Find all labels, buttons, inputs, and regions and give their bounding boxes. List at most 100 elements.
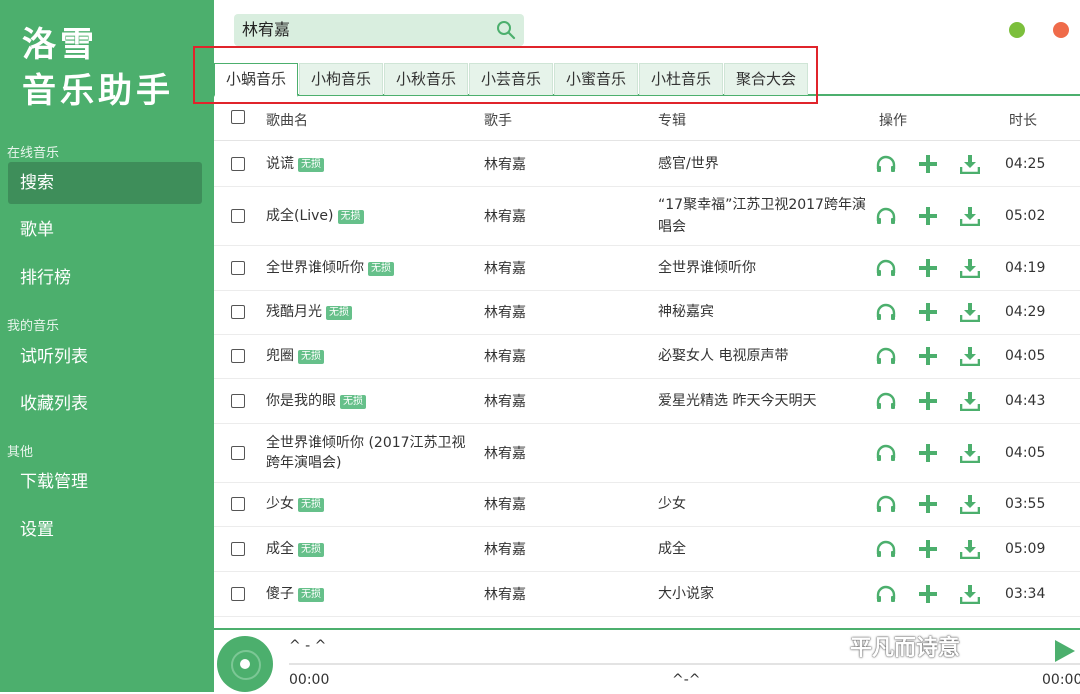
album-cell: 必娶女人 电视原声带 xyxy=(658,348,789,364)
table-row[interactable]: 说谎 无损 林宥嘉 感官/世界 04:25 xyxy=(214,141,1080,187)
table-row[interactable]: 残酷月光 无损 林宥嘉 神秘嘉宾 04:29 xyxy=(214,290,1080,335)
download-icon[interactable] xyxy=(960,302,980,322)
duration-cell: 04:43 xyxy=(1005,392,1046,409)
add-icon[interactable] xyxy=(918,494,938,514)
add-icon[interactable] xyxy=(918,206,938,226)
select-all-checkbox[interactable] xyxy=(231,110,245,124)
add-icon[interactable] xyxy=(918,302,938,322)
play-button[interactable] xyxy=(1055,640,1075,662)
search-icon[interactable] xyxy=(496,20,516,40)
tab-source-2[interactable]: 小枸音乐 xyxy=(299,63,383,95)
row-checkbox[interactable] xyxy=(231,260,245,275)
artist-cell: 林宥嘉 xyxy=(484,393,526,410)
artist-cell: 林宥嘉 xyxy=(484,156,526,173)
row-checkbox[interactable] xyxy=(231,541,245,556)
listen-icon[interactable] xyxy=(876,495,896,513)
row-checkbox[interactable] xyxy=(231,156,245,171)
add-icon[interactable] xyxy=(918,584,938,604)
main-panel: 林宥嘉 小蜗音乐 小枸音乐 小秋音乐 小芸音乐 小蜜音乐 小杜音乐 聚合大会 歌… xyxy=(214,0,1080,694)
download-icon[interactable] xyxy=(960,584,980,604)
download-icon[interactable] xyxy=(960,258,980,278)
current-time: 00:00 xyxy=(289,672,330,688)
song-name: 全世界谁倾听你 xyxy=(266,259,364,276)
tab-source-1[interactable]: 小蜗音乐 xyxy=(214,63,298,97)
table-row[interactable]: 傻子 无损 林宥嘉 大小说家 03:34 xyxy=(214,571,1080,617)
row-checkbox[interactable] xyxy=(231,445,245,460)
row-checkbox[interactable] xyxy=(231,349,245,363)
artist-cell: 林宥嘉 xyxy=(484,260,526,277)
song-name-cell: 你是我的眼 无损 xyxy=(266,391,466,411)
table-row[interactable]: 成全(Live) 无损 林宥嘉 “17聚幸福”江苏卫视2017跨年演唱会 05:02 xyxy=(214,186,1080,246)
lossless-badge: 无损 xyxy=(368,261,394,276)
song-name-cell: 说谎 无损 xyxy=(266,154,466,174)
download-icon[interactable] xyxy=(960,494,980,514)
row-checkbox[interactable] xyxy=(231,586,245,601)
tab-aggregate[interactable]: 聚合大会 xyxy=(724,63,808,95)
header-album: 专辑 xyxy=(658,113,686,129)
sidebar-item-downloads[interactable]: 下载管理 xyxy=(8,461,202,503)
song-name: 说谎 xyxy=(266,155,294,172)
tab-source-6[interactable]: 小杜音乐 xyxy=(639,63,723,95)
progress-bar[interactable] xyxy=(289,663,1080,665)
listen-icon[interactable] xyxy=(876,155,896,173)
row-checkbox[interactable] xyxy=(231,497,245,511)
sidebar-item-listen-list[interactable]: 试听列表 xyxy=(8,336,202,378)
album-cell: 爱星光精选 昨天今天明天 xyxy=(658,392,817,409)
download-icon[interactable] xyxy=(960,391,980,411)
add-icon[interactable] xyxy=(918,391,938,411)
tab-source-4[interactable]: 小芸音乐 xyxy=(469,63,553,95)
duration-cell: 03:34 xyxy=(1005,585,1046,602)
download-icon[interactable] xyxy=(960,206,980,226)
minimize-button[interactable] xyxy=(1009,22,1025,38)
add-icon[interactable] xyxy=(918,258,938,278)
song-name-cell: 全世界谁倾听你 无损 xyxy=(266,258,466,278)
table-row[interactable]: 少女 无损 林宥嘉 少女 03:55 xyxy=(214,482,1080,527)
lossless-badge: 无损 xyxy=(298,498,324,512)
close-button[interactable] xyxy=(1053,22,1069,38)
album-cell: 大小说家 xyxy=(658,585,714,602)
song-name-cell: 全世界谁倾听你 (2017江苏卫视跨年演唱会) xyxy=(266,433,466,473)
add-icon[interactable] xyxy=(918,154,938,174)
sidebar-item-search[interactable]: 搜索 xyxy=(8,162,202,204)
song-name-cell: 成全 无损 xyxy=(266,539,466,559)
table-row[interactable]: 全世界谁倾听你 (2017江苏卫视跨年演唱会) 林宥嘉 04:05 xyxy=(214,423,1080,483)
listen-icon[interactable] xyxy=(876,444,896,462)
listen-icon[interactable] xyxy=(876,303,896,321)
download-icon[interactable] xyxy=(960,443,980,463)
lossless-badge: 无损 xyxy=(340,394,366,409)
add-icon[interactable] xyxy=(918,443,938,463)
song-name-cell: 傻子 无损 xyxy=(266,584,466,604)
search-input[interactable]: 林宥嘉 xyxy=(234,14,524,46)
listen-icon[interactable] xyxy=(876,207,896,225)
table-row[interactable]: 兜圈 无损 林宥嘉 必娶女人 电视原声带 04:05 xyxy=(214,334,1080,379)
download-icon[interactable] xyxy=(960,539,980,559)
listen-icon[interactable] xyxy=(876,347,896,365)
duration-cell: 04:25 xyxy=(1005,155,1046,172)
download-icon[interactable] xyxy=(960,154,980,174)
sidebar-item-playlists[interactable]: 歌单 xyxy=(8,209,202,251)
table-row[interactable]: 全世界谁倾听你 无损 林宥嘉 全世界谁倾听你 04:19 xyxy=(214,245,1080,291)
download-icon[interactable] xyxy=(960,346,980,366)
row-checkbox[interactable] xyxy=(231,393,245,408)
album-cell: 全世界谁倾听你 xyxy=(658,259,756,276)
sidebar-item-settings[interactable]: 设置 xyxy=(8,509,202,551)
listen-icon[interactable] xyxy=(876,259,896,277)
row-checkbox[interactable] xyxy=(231,208,245,223)
listen-icon[interactable] xyxy=(876,392,896,410)
add-icon[interactable] xyxy=(918,539,938,559)
section-title-online: 在线音乐 xyxy=(7,146,60,161)
sidebar-item-favorites[interactable]: 收藏列表 xyxy=(8,383,202,425)
table-row[interactable]: 你是我的眼 无损 林宥嘉 爱星光精选 昨天今天明天 04:43 xyxy=(214,378,1080,424)
table-row[interactable]: 成全 无损 林宥嘉 成全 05:09 xyxy=(214,526,1080,572)
sidebar-item-charts[interactable]: 排行榜 xyxy=(8,257,202,299)
album-disc-icon[interactable] xyxy=(217,636,273,692)
add-icon[interactable] xyxy=(918,346,938,366)
artist-cell: 林宥嘉 xyxy=(484,497,526,513)
tab-source-3[interactable]: 小秋音乐 xyxy=(384,63,468,95)
song-name: 傻子 xyxy=(266,585,294,602)
duration-cell: 05:02 xyxy=(1005,207,1046,224)
row-checkbox[interactable] xyxy=(231,305,245,319)
listen-icon[interactable] xyxy=(876,585,896,603)
tab-source-5[interactable]: 小蜜音乐 xyxy=(554,63,638,95)
listen-icon[interactable] xyxy=(876,540,896,558)
